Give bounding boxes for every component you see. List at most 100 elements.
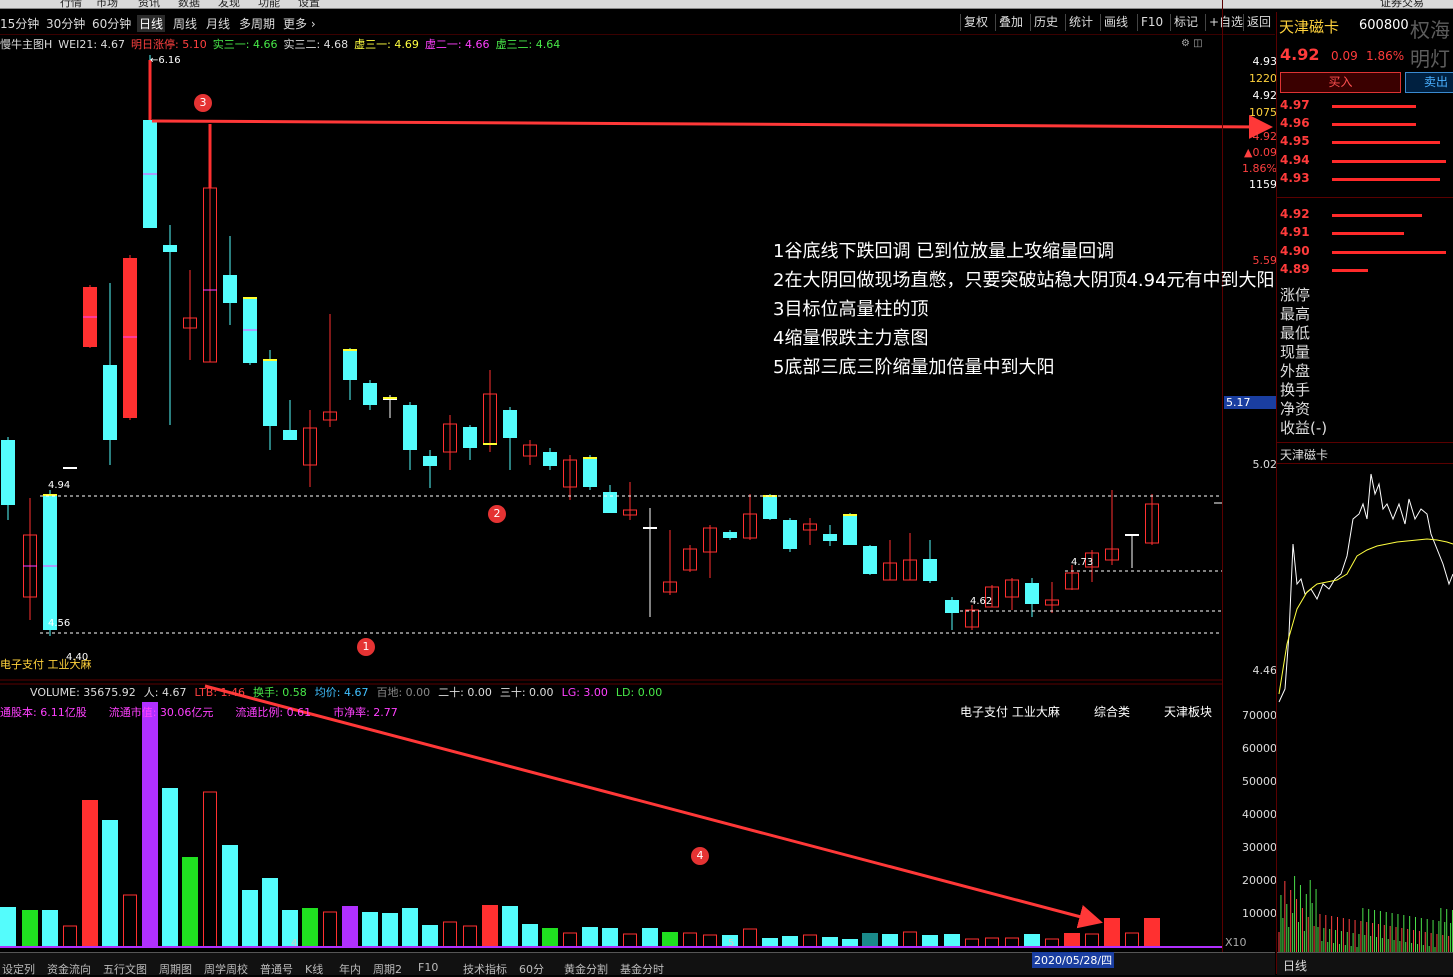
volume-bar: [703, 934, 717, 948]
kline-chart[interactable]: [0, 0, 1276, 952]
legend-item: 通股本: 6.11亿股: [0, 706, 87, 719]
volume-bar: [1125, 932, 1139, 948]
book-volume-bar: [1332, 232, 1404, 236]
vol-axis-label: 10000: [1242, 907, 1277, 920]
bottom-tab[interactable]: 设定列: [2, 961, 35, 977]
book-volume-bar: [1332, 214, 1422, 218]
candle-body: [263, 360, 277, 426]
bottom-tab[interactable]: K线: [305, 961, 323, 977]
month-marker: 5: [728, 938, 735, 949]
mid-price-label: 4.73: [1071, 557, 1094, 568]
bottom-tab[interactable]: 黄金分割: [564, 961, 608, 977]
axis-label: 5.02: [1252, 458, 1278, 471]
volume-bar: [582, 927, 598, 947]
volume-bar: [63, 925, 77, 948]
volume-bar: [242, 890, 258, 947]
volume-bar: [323, 911, 337, 948]
candle-body: [783, 520, 797, 549]
mini-chart-header: 天津磁卡: [1277, 442, 1453, 464]
volume-bar: [362, 912, 378, 947]
volume-bar: [522, 924, 538, 947]
candle-body: [1125, 534, 1139, 536]
legend-item: LTB: 1.46: [194, 686, 246, 699]
bottom-tab[interactable]: 周学周校: [204, 961, 248, 977]
candle-body: [843, 515, 857, 545]
bottom-tab[interactable]: 普通号: [260, 961, 293, 977]
volume-bar: [944, 934, 960, 947]
axis-label: 1159: [1249, 178, 1277, 191]
vol-axis-label: 70000: [1242, 709, 1277, 722]
candle-body: [223, 275, 237, 303]
annotation-line: 4缩量假跌主力意图: [773, 328, 929, 349]
volume-bar: [402, 908, 418, 947]
bottom-tab[interactable]: 60分: [519, 961, 544, 977]
legend-item: 百地: 0.00: [376, 686, 431, 699]
mini-chart-title: 天津磁卡: [1280, 448, 1329, 462]
candle-body: [163, 245, 177, 252]
tab-daily-mini[interactable]: 日线: [1283, 957, 1307, 974]
volume-bar: [382, 913, 398, 947]
axis-label: 4.46: [1252, 664, 1278, 677]
sell-button[interactable]: 卖出: [1405, 72, 1453, 93]
bottom-tab[interactable]: 基金分时: [620, 961, 664, 977]
volume-legend: VOLUME: 35675.92 人: 4.67 LTB: 1.46 换手: 0.58…: [30, 684, 670, 700]
watermark: 权海明灯: [1410, 18, 1450, 71]
annotation-line: 5底部三底三阶缩量加倍量中到大阳: [773, 357, 1055, 378]
stat-label: 外盘: [1280, 362, 1311, 380]
volume-bar: [463, 925, 477, 948]
bottom-tab[interactable]: 周期2: [373, 961, 402, 977]
volume-bar: [42, 910, 58, 947]
volume-info-line: 通股本: 6.11亿股 流通市值: 30.06亿元 流通比例: 0.61 市净率: 2…: [0, 704, 420, 720]
volume-bar: [162, 788, 178, 947]
mini-bottom-bar: 日线: [1277, 952, 1453, 975]
candle-body: [945, 600, 959, 613]
candle-body: [1, 440, 15, 505]
book-volume-bar: [1332, 123, 1416, 127]
volume-bar: [985, 937, 999, 948]
volume-bar: [342, 906, 358, 947]
volume-bar: [822, 937, 838, 947]
marker-2: 2: [488, 505, 506, 523]
volume-bar: [1024, 934, 1040, 947]
candle-body: [543, 452, 557, 466]
box-top-label: 4.94: [48, 480, 71, 491]
buy-button[interactable]: 买入: [1280, 72, 1401, 93]
intraday-mini-chart[interactable]: [1277, 464, 1453, 952]
volume-bar: [0, 907, 16, 947]
stat-label: 最高: [1280, 305, 1311, 323]
bottom-tab[interactable]: F10: [418, 961, 438, 974]
volume-bar: [262, 878, 278, 947]
axis-label: 4.93: [1252, 55, 1278, 68]
book-volume-bar: [1332, 177, 1440, 181]
bottom-tab[interactable]: 资金流向: [47, 961, 91, 977]
bottom-tab[interactable]: 五行文图: [103, 961, 147, 977]
axis-label: 4.92: [1252, 130, 1278, 143]
stat-label: 现量: [1280, 343, 1311, 361]
volume-bar: [482, 905, 498, 947]
axis-label: 1220: [1249, 72, 1277, 85]
stat-label: 最低: [1280, 324, 1311, 342]
sector-chip[interactable]: 综合类: [1094, 703, 1130, 720]
volume-bar: [743, 928, 757, 948]
vol-axis-label: 30000: [1242, 841, 1277, 854]
axis-label: 1075: [1249, 106, 1277, 119]
sector-chip[interactable]: 电子支付 工业大麻: [960, 703, 1060, 720]
book-volume-bar: [1332, 105, 1416, 108]
bottom-tab[interactable]: 周期图: [159, 961, 192, 977]
legend-item: 三十: 0.00: [499, 686, 554, 699]
candle-body: [923, 559, 937, 581]
price-axis: 5.59 5.17 5.02 4.46 4.93 1220 4.92 1075 …: [1222, 0, 1277, 952]
candle-body: [763, 496, 777, 519]
volume-bar: [803, 934, 817, 948]
volume-bar: [1005, 937, 1019, 948]
box-bottom-label: 4.56: [48, 618, 71, 629]
sector-chip[interactable]: 天津板块: [1164, 703, 1212, 720]
bottom-tab[interactable]: 技术指标: [463, 961, 507, 977]
stat-label: 收益(-): [1280, 419, 1328, 437]
bottom-tab[interactable]: 年内: [339, 961, 361, 977]
stat-label: 净资: [1280, 400, 1311, 418]
stock-name: 天津磁卡: [1279, 18, 1340, 36]
menu-item[interactable]: 证券交易: [1380, 0, 1424, 10]
quote-panel: 天津磁卡 600800 权海明灯 4.92 0.09 1.86% 买入 卖出 4…: [1276, 12, 1453, 975]
legend-item: 市净率: 2.77: [333, 706, 398, 719]
